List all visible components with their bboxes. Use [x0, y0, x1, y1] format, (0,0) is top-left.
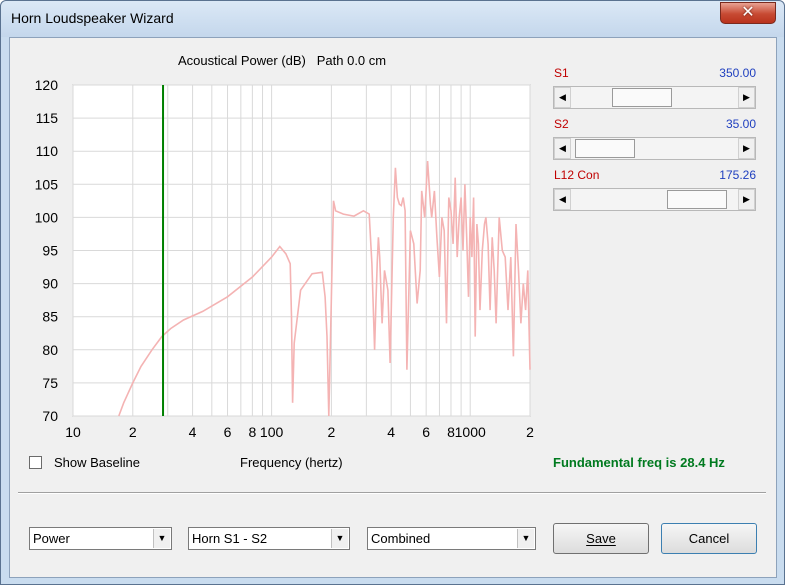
slider-s2-left-arrow-icon[interactable]: ◀ [554, 138, 571, 159]
y-tick-label: 95 [42, 243, 58, 259]
x-tick-label: 4 [189, 424, 197, 440]
slider-l12-left-arrow-icon[interactable]: ◀ [554, 189, 571, 210]
show-baseline-label: Show Baseline [54, 455, 140, 470]
save-button[interactable]: Save [553, 523, 649, 554]
cancel-button-label: Cancel [688, 531, 730, 546]
x-tick-label: 10 [65, 424, 81, 440]
y-tick-label: 120 [35, 77, 59, 93]
y-tick-labels: 70 75 80 85 90 95 100 105 110 115 120 [35, 77, 59, 424]
mode-dropdown-arrow-icon[interactable]: ▼ [153, 529, 170, 548]
slider-l12-thumb[interactable] [667, 190, 728, 209]
horn-dropdown[interactable]: Horn S1 - S2 ▼ [188, 527, 350, 550]
y-tick-label: 105 [35, 176, 59, 192]
slider-s1-thumb[interactable] [611, 88, 672, 107]
slider-label-s1: S1 [554, 66, 569, 80]
x-tick-label: 4 [387, 424, 395, 440]
y-tick-label: 110 [36, 143, 59, 159]
show-baseline-checkbox[interactable] [29, 456, 42, 469]
slider-value-s1: 350.00 [719, 66, 756, 80]
slider-value-l12-con: 175.26 [719, 168, 756, 182]
x-tick-label: 100 [260, 424, 284, 440]
slider-label-s2: S2 [554, 117, 569, 131]
save-button-label: Save [586, 531, 616, 546]
slider-s1[interactable]: ◀ ▶ [553, 86, 756, 109]
x-tick-label: 8 [248, 424, 256, 440]
x-tick-labels: 10 2 4 6 8 100 2 4 6 8 1000 2 [65, 424, 534, 440]
combine-dropdown[interactable]: Combined ▼ [367, 527, 536, 550]
slider-l12-con[interactable]: ◀ ▶ [553, 188, 756, 211]
slider-label-l12-con: L12 Con [554, 168, 600, 182]
y-tick-label: 85 [42, 309, 58, 325]
y-tick-label: 70 [42, 408, 58, 424]
slider-s2-right-arrow-icon[interactable]: ▶ [738, 138, 755, 159]
separator-line [18, 492, 766, 494]
x-tick-label: 6 [224, 424, 232, 440]
mode-dropdown-value: Power [33, 531, 70, 546]
slider-value-s2: 35.00 [725, 117, 756, 131]
y-tick-label: 75 [42, 375, 58, 391]
y-tick-label: 80 [42, 342, 58, 358]
horn-dropdown-value: Horn S1 - S2 [192, 531, 268, 546]
combine-dropdown-value: Combined [371, 531, 431, 546]
y-tick-label: 90 [42, 276, 58, 292]
frequency-axis-label: Frequency (hertz) [240, 455, 343, 470]
cancel-button[interactable]: Cancel [661, 523, 757, 554]
slider-l12-right-arrow-icon[interactable]: ▶ [738, 189, 755, 210]
x-tick-label: 1000 [455, 424, 486, 440]
slider-s1-right-arrow-icon[interactable]: ▶ [738, 87, 755, 108]
mode-dropdown[interactable]: Power ▼ [29, 527, 172, 550]
x-tick-label: 2 [327, 424, 335, 440]
x-tick-label: 2 [129, 424, 137, 440]
horn-dropdown-arrow-icon[interactable]: ▼ [331, 529, 348, 548]
slider-s2-thumb[interactable] [575, 139, 636, 158]
x-tick-label: 2 [526, 424, 534, 440]
x-tick-label: 6 [422, 424, 430, 440]
slider-s1-left-arrow-icon[interactable]: ◀ [554, 87, 571, 108]
combine-dropdown-arrow-icon[interactable]: ▼ [517, 529, 534, 548]
y-tick-label: 100 [35, 209, 59, 225]
y-tick-label: 115 [36, 110, 59, 126]
fundamental-frequency-status: Fundamental freq is 28.4 Hz [553, 455, 725, 470]
slider-s2[interactable]: ◀ ▶ [553, 137, 756, 160]
